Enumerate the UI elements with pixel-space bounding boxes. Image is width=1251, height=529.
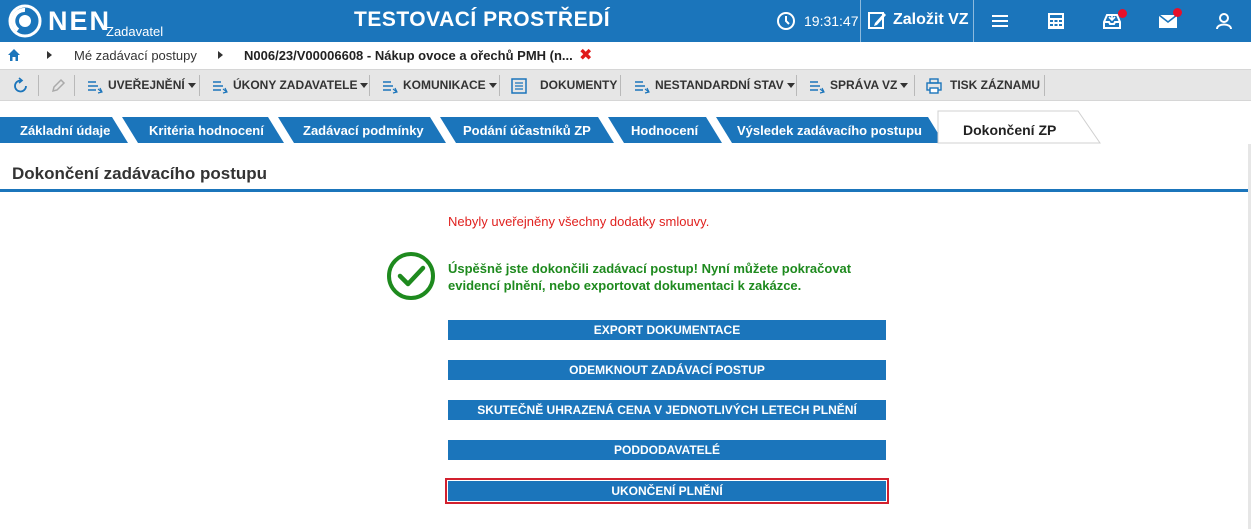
toolbar-print-record-button[interactable]: TISK ZÁZNAMU	[950, 78, 1040, 92]
tab-procedure-result[interactable]: Výsledek zadávacího postupu	[737, 123, 922, 138]
toolbar-nonstandard-state-label: NESTANDARDNÍ STAV	[655, 78, 784, 92]
actual-paid-price-button[interactable]: SKUTEČNĚ UHRAZENÁ CENA V JEDNOTLIVÝCH LE…	[448, 400, 886, 420]
tab-basic-info[interactable]: Základní údaje	[20, 123, 110, 138]
end-fulfillment-button[interactable]: UKONČENÍ PLNĚNÍ	[445, 478, 889, 504]
environment-title: TESTOVACÍ PROSTŘEDÍ	[354, 8, 611, 31]
nen-logo-icon[interactable]	[8, 4, 42, 38]
toolbar-divider	[369, 75, 370, 96]
toolbar-divider	[796, 75, 797, 96]
refresh-icon[interactable]	[12, 77, 30, 95]
panel-title-rule	[0, 189, 1251, 192]
toolbar-publish-label: UVEŘEJNĚNÍ	[108, 78, 185, 92]
page-title: Dokončení zadávacího postupu	[12, 164, 268, 183]
toolbar-publish-menu[interactable]: UVEŘEJNĚNÍ	[108, 78, 196, 92]
logo-text: NEN	[48, 6, 112, 36]
breadcrumb-separator-icon	[47, 51, 52, 59]
dropdown-caret-icon	[488, 83, 497, 88]
toolbar-documents-button[interactable]: DOKUMENTY	[540, 78, 617, 92]
pencil-icon[interactable]	[49, 77, 67, 95]
toolbar-contract-management-menu[interactable]: SPRÁVA VZ	[830, 78, 909, 92]
toolbar-divider	[914, 75, 915, 96]
inbox-notification-badge	[1118, 9, 1127, 18]
toolbar-contracting-actions-label: ÚKONY ZADAVATELE	[233, 78, 358, 92]
logo-subtitle: Zadavatel	[106, 24, 164, 39]
toolbar-divider	[74, 75, 75, 96]
contracting-actions-icon	[213, 81, 228, 94]
unlock-procedure-button[interactable]: ODEMKNOUT ZADÁVACÍ POSTUP	[448, 360, 886, 380]
toolbar-divider	[499, 75, 500, 96]
breadcrumb-current-procedure[interactable]: N006/23/V00006608 - Nákup ovoce a ořechů…	[244, 48, 573, 63]
procedure-tabs: Základní údaje Kritéria hodnocení Zadáva…	[0, 101, 1251, 144]
export-documentation-button[interactable]: EXPORT DOKUMENTACE	[448, 320, 886, 340]
communication-icon	[383, 81, 398, 94]
tab-participant-bids[interactable]: Podání účastníků ZP	[463, 123, 591, 138]
edit-icon[interactable]	[867, 10, 887, 30]
tab-tender-conditions[interactable]: Zadávací podmínky	[303, 123, 424, 138]
header-divider	[973, 0, 974, 42]
action-toolbar: UVEŘEJNĚNÍ ÚKONY ZADAVATELE KOMUNIKACE D…	[0, 69, 1251, 101]
print-icon	[926, 78, 942, 94]
user-icon[interactable]	[1214, 11, 1234, 31]
dropdown-caret-icon	[360, 83, 369, 88]
toolbar-communication-menu[interactable]: KOMUNIKACE	[403, 78, 497, 92]
contract-management-icon	[810, 81, 825, 94]
tab-evaluation-criteria[interactable]: Kritéria hodnocení	[149, 123, 264, 138]
publish-menu-icon	[88, 81, 103, 94]
dropdown-caret-icon	[786, 83, 795, 88]
success-check-icon	[387, 252, 435, 300]
create-contract-button[interactable]: Založit VZ	[893, 11, 969, 29]
subcontractors-button[interactable]: PODDODAVATELÉ	[448, 440, 886, 460]
menu-icon[interactable]	[990, 11, 1010, 31]
toolbar-contracting-actions-menu[interactable]: ÚKONY ZADAVATELE	[233, 78, 369, 92]
dropdown-caret-icon	[900, 83, 909, 88]
toolbar-divider	[620, 75, 621, 96]
session-clock: 19:31:47	[804, 13, 859, 29]
toolbar-communication-label: KOMUNIKACE	[403, 78, 486, 92]
panel-header: Dokončení zadávacího postupu	[0, 144, 1251, 192]
tab-evaluation[interactable]: Hodnocení	[631, 123, 698, 138]
warning-message: Nebyly uveřejněny všechny dodatky smlouv…	[448, 214, 710, 229]
dropdown-caret-icon	[187, 83, 196, 88]
success-message: Úspěšně jste dokončili zadávací postup! …	[448, 261, 852, 293]
documents-icon	[511, 78, 527, 94]
breadcrumb-separator-icon	[218, 51, 223, 59]
toolbar-divider	[38, 75, 39, 96]
close-breadcrumb-icon[interactable]: ✖	[579, 45, 592, 65]
header-divider	[860, 0, 861, 42]
top-header: NEN Zadavatel TESTOVACÍ PROSTŘEDÍ 19:31:…	[0, 0, 1251, 42]
toolbar-nonstandard-state-menu[interactable]: NESTANDARDNÍ STAV	[655, 78, 795, 92]
breadcrumb-my-procedures[interactable]: Mé zadávací postupy	[74, 48, 197, 63]
toolbar-divider	[1044, 75, 1045, 96]
calculator-icon[interactable]	[1046, 11, 1066, 31]
nonstandard-state-icon	[635, 81, 650, 94]
toolbar-divider	[199, 75, 200, 96]
home-icon[interactable]	[7, 48, 21, 62]
tab-completion[interactable]: Dokončení ZP	[963, 122, 1056, 138]
mail-notification-badge	[1173, 8, 1182, 17]
toolbar-contract-management-label: SPRÁVA VZ	[830, 78, 898, 92]
clock-icon	[777, 12, 795, 30]
breadcrumb: Mé zadávací postupy N006/23/V00006608 - …	[0, 42, 1251, 69]
